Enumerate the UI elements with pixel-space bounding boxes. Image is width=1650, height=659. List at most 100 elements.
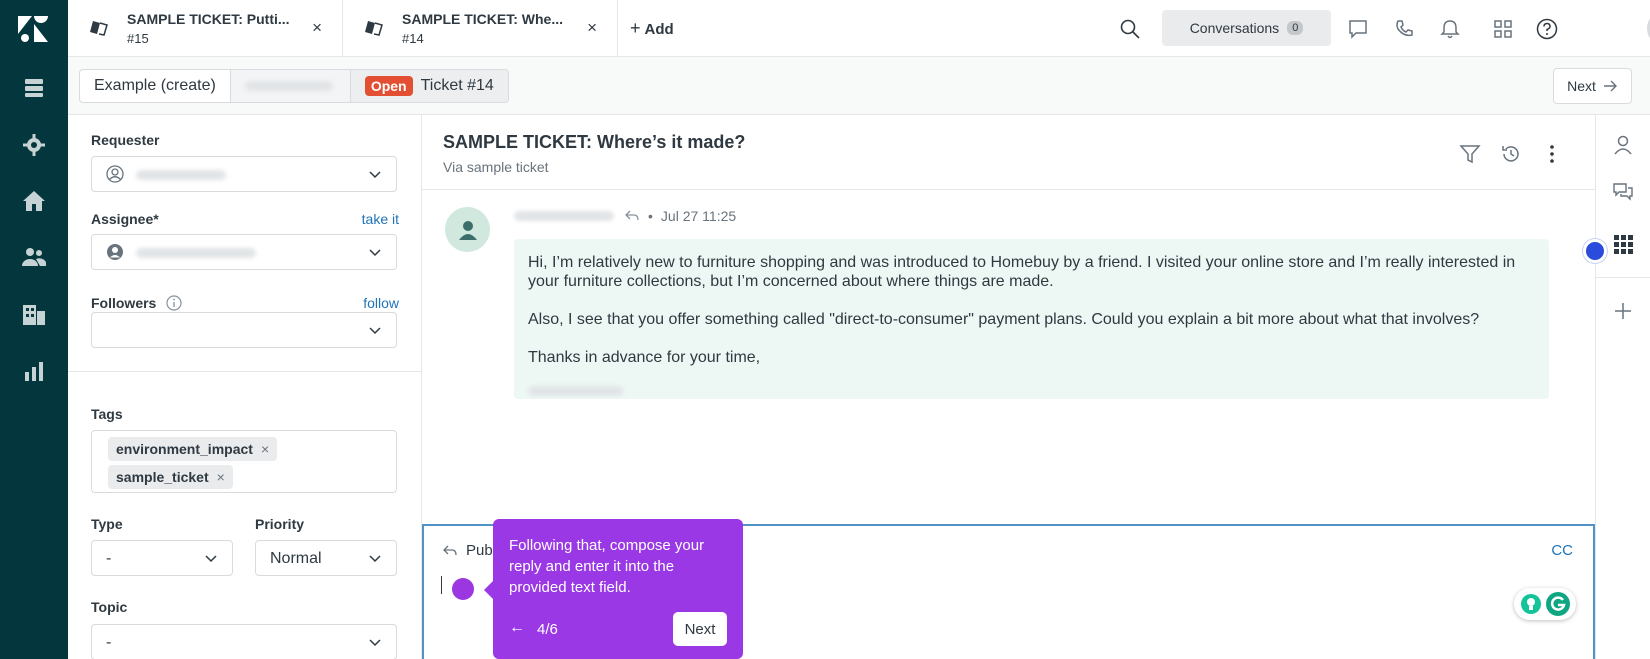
status-badge: Open (364, 76, 413, 96)
notifications-bell-icon[interactable] (1439, 18, 1461, 40)
topic-value: - (106, 634, 112, 651)
tab-title: SAMPLE TICKET: Putti... (127, 11, 290, 27)
assignee-field[interactable] (91, 234, 397, 270)
assignee-label: Assignee* (91, 211, 159, 227)
priority-label: Priority (255, 516, 305, 532)
message-paragraph: Hi, I’m relatively new to furniture shop… (528, 254, 1516, 290)
chevron-down-icon (369, 327, 381, 335)
author-name-redacted (514, 211, 614, 221)
grammarly-icon[interactable] (1545, 591, 1571, 617)
phone-icon[interactable] (1393, 18, 1415, 40)
tags-field[interactable]: environment_impact × sample_ticket × (91, 430, 397, 493)
conversations-icon[interactable] (1612, 181, 1634, 203)
tooltip-back-arrow-icon[interactable]: ← (509, 619, 525, 637)
add-label: Add (644, 21, 674, 38)
tab-ticket-number: #15 (127, 31, 149, 46)
products-grid-icon[interactable] (1492, 18, 1514, 40)
priority-select[interactable]: Normal (255, 540, 397, 576)
breadcrumb-ticket-label: Ticket #14 (420, 77, 494, 94)
assignee-name-redacted (136, 248, 256, 258)
admin-gear-icon[interactable] (20, 131, 48, 159)
context-rail (1595, 115, 1650, 659)
help-icon[interactable] (1536, 18, 1558, 40)
reply-mode-selector[interactable]: Pub (442, 542, 493, 559)
message-meta: • Jul 27 11:25 (514, 208, 736, 224)
lightbulb-icon[interactable] (1520, 593, 1542, 615)
breadcrumb-requester-redacted[interactable] (230, 70, 351, 102)
reporting-icon[interactable] (20, 357, 48, 385)
signature-redacted (528, 386, 623, 396)
home-icon[interactable] (20, 187, 48, 215)
more-options-icon[interactable] (1541, 143, 1563, 165)
type-select[interactable]: - (91, 540, 233, 576)
tab-ticket-15[interactable]: SAMPLE TICKET: Putti... #15 × (68, 0, 343, 57)
breadcrumb-organization[interactable]: Example (create) (80, 70, 231, 102)
requester-field[interactable] (91, 156, 397, 192)
walkthrough-tooltip: Following that, compose your reply and e… (484, 519, 743, 659)
conversations-button[interactable]: Conversations 0 (1162, 10, 1331, 46)
followers-label-text: Followers (91, 295, 157, 311)
reply-mode-label: Pub (466, 542, 493, 559)
next-label: Next (1567, 78, 1596, 94)
tab-ticket-number: #14 (402, 31, 424, 46)
zendesk-logo[interactable] (18, 16, 50, 42)
message-paragraph: Also, I see that you offer something cal… (528, 311, 1480, 328)
breadcrumb-ticket[interactable]: Open Ticket #14 (350, 70, 508, 102)
organizations-icon[interactable] (20, 300, 48, 328)
requester-avatar (445, 207, 490, 252)
tags-label: Tags (91, 406, 123, 422)
ticket-subheader: Example (create) Open Ticket #14 Next (68, 57, 1650, 115)
tooltip-text: Following that, compose your reply and e… (509, 537, 705, 596)
tag-chip: sample_ticket × (108, 465, 233, 489)
ticket-title: SAMPLE TICKET: Where’s it made? (443, 132, 746, 152)
arrow-right-icon (1603, 80, 1617, 92)
requester-name-redacted (136, 170, 226, 180)
filter-icon[interactable] (1459, 143, 1481, 165)
tooltip-next-button[interactable]: Next (673, 612, 727, 646)
add-tab-button[interactable]: + Add (630, 18, 674, 39)
chat-icon[interactable] (1347, 18, 1369, 40)
customer-context-icon[interactable] (1612, 134, 1634, 156)
close-tab-icon[interactable]: × (312, 18, 322, 38)
tag-label: environment_impact (116, 441, 253, 457)
user-icon (106, 165, 124, 183)
history-icon[interactable] (1500, 143, 1522, 165)
add-app-plus-icon[interactable] (1612, 300, 1634, 322)
topic-select[interactable]: - (91, 624, 397, 659)
ticket-icon (365, 20, 383, 36)
next-ticket-button[interactable]: Next (1553, 68, 1632, 104)
guide-hotspot-beacon[interactable] (1586, 242, 1604, 260)
followers-field[interactable] (91, 312, 397, 348)
cc-link[interactable]: CC (1551, 542, 1573, 559)
topic-label: Topic (91, 599, 128, 615)
remove-tag-icon[interactable]: × (261, 441, 269, 457)
guide-hotspot-pointer[interactable] (452, 578, 474, 600)
views-icon[interactable] (20, 74, 48, 102)
priority-value: Normal (270, 550, 322, 567)
follow-link[interactable]: follow (363, 295, 399, 311)
person-icon (458, 220, 477, 240)
close-tab-icon[interactable]: × (587, 18, 597, 38)
search-icon[interactable] (1119, 18, 1141, 40)
remove-tag-icon[interactable]: × (217, 469, 225, 485)
text-caret (441, 576, 442, 594)
breadcrumb: Example (create) Open Ticket #14 (79, 69, 509, 103)
customers-icon[interactable] (20, 243, 48, 271)
type-value: - (106, 550, 112, 567)
top-bar: SAMPLE TICKET: Putti... #15 × SAMPLE TIC… (68, 0, 1650, 57)
rail-divider (1596, 277, 1650, 278)
tab-ticket-14[interactable]: SAMPLE TICKET: Whe... #14 × (343, 0, 618, 57)
app-root: SAMPLE TICKET: Putti... #15 × SAMPLE TIC… (0, 0, 1650, 659)
apps-icon[interactable] (1612, 233, 1634, 255)
reply-arrow-icon (443, 545, 457, 555)
conversations-count-badge: 0 (1287, 21, 1304, 35)
chevron-down-icon (369, 555, 381, 563)
header-divider (422, 189, 1595, 190)
grammarly-widget[interactable] (1514, 588, 1576, 620)
plus-icon: + (630, 18, 641, 38)
take-it-link[interactable]: take it (362, 211, 399, 227)
message-timestamp: Jul 27 11:25 (660, 208, 737, 224)
info-icon[interactable] (166, 295, 182, 311)
panel-divider (68, 371, 422, 372)
conversations-label: Conversations (1189, 20, 1280, 36)
